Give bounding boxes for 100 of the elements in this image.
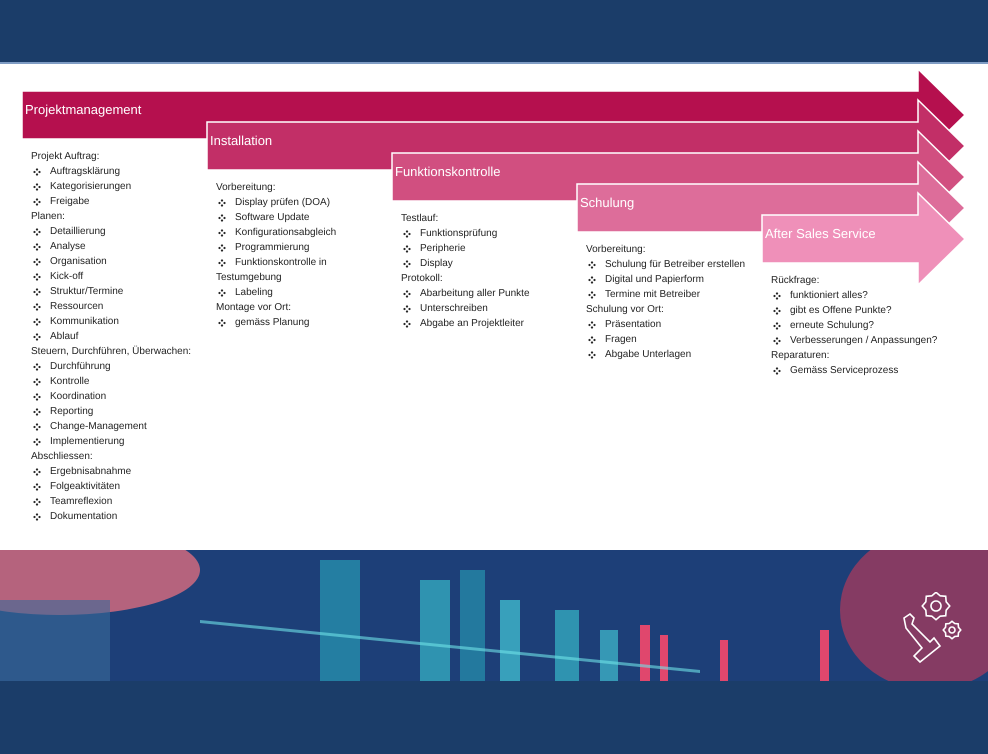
bullet-icon xyxy=(33,318,41,326)
section-heading: Rückfrage: xyxy=(771,274,820,288)
section-heading: Montage vor Ort: xyxy=(216,301,292,315)
bullet-icon xyxy=(588,350,596,358)
list-item: Verbesserungen / Anpassungen? xyxy=(790,334,938,348)
list-item: Programmierung xyxy=(235,241,310,255)
bullet-icon xyxy=(33,512,41,520)
list-item: Kategorisierungen xyxy=(50,180,132,194)
list-item: Funktionsprüfung xyxy=(420,227,498,241)
list-item: Struktur/Termine xyxy=(50,285,124,299)
bullet-icon xyxy=(218,258,226,266)
list-item: Reporting xyxy=(50,405,94,419)
list-item: funktioniert alles? xyxy=(790,289,868,303)
section-heading: Reparaturen: xyxy=(771,349,830,363)
bullet-icon xyxy=(773,306,781,314)
bullet-icon xyxy=(773,366,781,374)
section-heading: Projekt Auftrag: xyxy=(31,150,100,164)
section-heading: Protokoll: xyxy=(401,272,443,286)
bullet-icon xyxy=(33,408,41,416)
list-item: Freigabe xyxy=(50,195,90,209)
list-item: Analyse xyxy=(50,240,86,254)
list-item: Peripherie xyxy=(420,242,466,256)
list-item: Ergebnisabnahme xyxy=(50,465,132,479)
stage-title: Projektmanagement xyxy=(25,101,142,119)
bullet-icon xyxy=(33,422,41,430)
section-heading: Abschliessen: xyxy=(31,450,93,464)
list-item: Gemäss Serviceprozess xyxy=(790,364,898,378)
bullet-icon xyxy=(33,332,41,340)
bullet-icon xyxy=(33,498,41,506)
bullet-icon xyxy=(403,304,411,312)
list-item: Unterschreiben xyxy=(420,302,488,316)
list-item: Dokumentation xyxy=(50,510,118,524)
section-heading: Testlauf: xyxy=(401,212,438,226)
stage-title: After Sales Service xyxy=(765,225,876,243)
bullet-icon xyxy=(403,260,411,268)
list-item: Digital und Papierform xyxy=(605,273,704,287)
bullet-icon xyxy=(403,244,411,252)
bullet-icon xyxy=(588,336,596,344)
list-item: Detaillierung xyxy=(50,225,106,239)
bullet-icon xyxy=(33,482,41,490)
bullet-icon xyxy=(33,228,41,236)
section-heading: Steuern, Durchführen, Überwachen: xyxy=(31,344,192,359)
bullet-icon xyxy=(33,242,41,250)
list-item: Display xyxy=(420,257,453,271)
list-item: Organisation xyxy=(50,255,107,269)
list-item: Folgeaktivitäten xyxy=(50,480,120,494)
bullet-icon xyxy=(588,290,596,298)
list-item: Ressourcen xyxy=(50,300,104,314)
bullet-icon xyxy=(33,198,41,206)
list-item: Kommunikation xyxy=(50,315,119,329)
bullet-icon xyxy=(33,392,41,400)
gears-and-wrench-icon xyxy=(900,592,964,664)
stage-title: Funktionskontrolle xyxy=(395,163,500,181)
list-item: Schulung für Betreiber erstellen xyxy=(605,258,746,272)
list-item: Präsentation xyxy=(605,318,662,332)
section-heading: Planen: xyxy=(31,210,65,224)
list-item: Koordination xyxy=(50,390,106,404)
section-heading: Testumgebung xyxy=(216,271,282,285)
section-heading: Vorbereitung: xyxy=(216,181,276,195)
bullet-icon xyxy=(403,320,411,328)
list-item: Abgabe Unterlagen xyxy=(605,348,692,362)
bullet-icon xyxy=(218,228,226,236)
stage-title: Installation xyxy=(210,132,272,150)
list-item: Funktionskontrolle in xyxy=(235,256,327,270)
list-item: erneute Schulung? xyxy=(790,319,874,333)
bullet-icon xyxy=(33,362,41,370)
bullet-icon xyxy=(33,272,41,280)
list-item: Ablauf xyxy=(50,330,78,344)
bullet-icon xyxy=(773,322,781,330)
list-item: Change-Management xyxy=(50,420,147,434)
bullet-icon xyxy=(218,244,226,252)
list-item: Labeling xyxy=(235,286,273,300)
bullet-icon xyxy=(218,198,226,206)
list-item: Teamreflexion xyxy=(50,495,112,509)
bullet-icon xyxy=(33,468,41,476)
list-item: Termine mit Betreiber xyxy=(605,288,700,302)
bullet-icon xyxy=(773,292,781,300)
list-item: Display prüfen (DOA) xyxy=(235,196,330,210)
list-item: Kontrolle xyxy=(50,375,90,389)
bullet-icon xyxy=(218,318,226,326)
bullet-icon xyxy=(218,214,226,222)
stage-title: Schulung xyxy=(580,194,634,212)
bullet-icon xyxy=(588,320,596,328)
bullet-icon xyxy=(33,182,41,190)
bullet-icon xyxy=(588,260,596,268)
bullet-icon xyxy=(403,290,411,298)
bullet-icon xyxy=(588,276,596,284)
bullet-icon xyxy=(33,288,41,296)
bullet-icon xyxy=(403,230,411,238)
list-item: Abarbeitung aller Punkte xyxy=(420,287,530,301)
list-item: Abgabe an Projektleiter xyxy=(420,317,524,331)
bullet-icon xyxy=(218,288,226,296)
bullet-icon xyxy=(33,302,41,310)
list-item: Fragen xyxy=(605,333,637,347)
bullet-icon xyxy=(33,168,41,176)
section-heading: Schulung vor Ort: xyxy=(586,303,664,317)
list-item: Software Update xyxy=(235,211,310,225)
list-item: Kick-off xyxy=(50,270,84,284)
list-item: gemäss Planung xyxy=(235,316,310,330)
bullet-icon xyxy=(33,378,41,386)
